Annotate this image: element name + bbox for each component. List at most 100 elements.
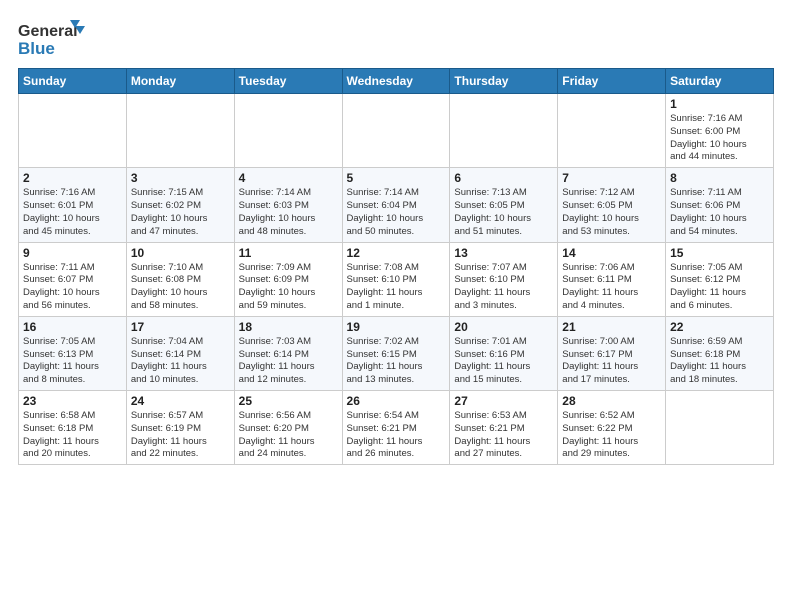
calendar-cell: 7 Sunrise: 7:12 AM Sunset: 6:05 PM Daylig… (558, 168, 666, 242)
day-number: 15 (670, 246, 769, 260)
calendar-cell: 12Sunrise: 7:08 AM Sunset: 6:10 PM Dayli… (342, 242, 450, 316)
day-number: 23 (23, 394, 122, 408)
day-info: Sunrise: 6:59 AM Sunset: 6:18 PM Dayligh… (670, 336, 769, 387)
calendar-cell (450, 94, 558, 168)
calendar-cell: 26 Sunrise: 6:54 AM Sunset: 6:21 PM Dayli… (342, 391, 450, 465)
calendar-cell (19, 94, 127, 168)
day-number: 19 (347, 320, 446, 334)
day-info: Sunrise: 7:04 AM Sunset: 6:14 PM Dayligh… (131, 336, 230, 387)
day-info: Sunrise: 7:06 AM Sunset: 6:11 PM Dayligh… (562, 262, 661, 313)
calendar-week-row: 23 Sunrise: 6:58 AM Sunset: 6:18 PM Dayli… (19, 391, 774, 465)
day-info: Sunrise: 7:00 AM Sunset: 6:17 PM Dayligh… (562, 336, 661, 387)
calendar-cell (342, 94, 450, 168)
day-number: 10 (131, 246, 230, 260)
day-info: Sunrise: 6:58 AM Sunset: 6:18 PM Dayligh… (23, 410, 122, 461)
day-info: Sunrise: 7:12 AM Sunset: 6:05 PM Dayligh… (562, 187, 661, 238)
day-number: 9 (23, 246, 122, 260)
calendar-week-row: 1Sunrise: 7:16 AM Sunset: 6:00 PM Daylig… (19, 94, 774, 168)
calendar-cell: 23 Sunrise: 6:58 AM Sunset: 6:18 PM Dayli… (19, 391, 127, 465)
calendar-cell: 8 Sunrise: 7:11 AM Sunset: 6:06 PM Daylig… (666, 168, 774, 242)
day-info: Sunrise: 7:05 AM Sunset: 6:13 PM Dayligh… (23, 336, 122, 387)
weekday-header-cell: Sunday (19, 69, 127, 94)
weekday-header-cell: Saturday (666, 69, 774, 94)
day-number: 4 (239, 171, 338, 185)
day-number: 16 (23, 320, 122, 334)
day-number: 1 (670, 97, 769, 111)
calendar-cell (666, 391, 774, 465)
calendar-cell: 2 Sunrise: 7:16 AM Sunset: 6:01 PM Daylig… (19, 168, 127, 242)
day-number: 3 (131, 171, 230, 185)
page: GeneralBlue SundayMondayTuesdayWednesday… (0, 0, 792, 475)
day-info: Sunrise: 6:57 AM Sunset: 6:19 PM Dayligh… (131, 410, 230, 461)
day-number: 6 (454, 171, 553, 185)
calendar-cell: 28 Sunrise: 6:52 AM Sunset: 6:22 PM Dayli… (558, 391, 666, 465)
calendar-cell: 1Sunrise: 7:16 AM Sunset: 6:00 PM Daylig… (666, 94, 774, 168)
day-info: Sunrise: 7:01 AM Sunset: 6:16 PM Dayligh… (454, 336, 553, 387)
calendar-cell: 15 Sunrise: 7:05 AM Sunset: 6:12 PM Dayli… (666, 242, 774, 316)
calendar-cell: 25Sunrise: 6:56 AM Sunset: 6:20 PM Dayli… (234, 391, 342, 465)
day-info: Sunrise: 7:11 AM Sunset: 6:06 PM Dayligh… (670, 187, 769, 238)
day-number: 26 (347, 394, 446, 408)
calendar-week-row: 16 Sunrise: 7:05 AM Sunset: 6:13 PM Dayli… (19, 316, 774, 390)
weekday-header-cell: Friday (558, 69, 666, 94)
calendar-cell: 5 Sunrise: 7:14 AM Sunset: 6:04 PM Daylig… (342, 168, 450, 242)
calendar-cell: 21 Sunrise: 7:00 AM Sunset: 6:17 PM Dayli… (558, 316, 666, 390)
day-info: Sunrise: 7:09 AM Sunset: 6:09 PM Dayligh… (239, 262, 338, 313)
calendar-cell: 16 Sunrise: 7:05 AM Sunset: 6:13 PM Dayli… (19, 316, 127, 390)
day-number: 14 (562, 246, 661, 260)
weekday-header-cell: Tuesday (234, 69, 342, 94)
day-number: 24 (131, 394, 230, 408)
day-number: 21 (562, 320, 661, 334)
day-info: Sunrise: 6:53 AM Sunset: 6:21 PM Dayligh… (454, 410, 553, 461)
day-info: Sunrise: 7:11 AM Sunset: 6:07 PM Dayligh… (23, 262, 122, 313)
day-info: Sunrise: 7:14 AM Sunset: 6:04 PM Dayligh… (347, 187, 446, 238)
calendar-cell: 22 Sunrise: 6:59 AM Sunset: 6:18 PM Dayli… (666, 316, 774, 390)
calendar-cell: 17Sunrise: 7:04 AM Sunset: 6:14 PM Dayli… (126, 316, 234, 390)
logo-area: GeneralBlue (18, 18, 98, 62)
svg-text:General: General (18, 23, 78, 40)
calendar-cell: 4 Sunrise: 7:14 AM Sunset: 6:03 PM Daylig… (234, 168, 342, 242)
day-info: Sunrise: 7:16 AM Sunset: 6:01 PM Dayligh… (23, 187, 122, 238)
day-info: Sunrise: 7:15 AM Sunset: 6:02 PM Dayligh… (131, 187, 230, 238)
weekday-header-cell: Thursday (450, 69, 558, 94)
calendar-body: 1Sunrise: 7:16 AM Sunset: 6:00 PM Daylig… (19, 94, 774, 465)
weekday-header-row: SundayMondayTuesdayWednesdayThursdayFrid… (19, 69, 774, 94)
calendar-cell: 24 Sunrise: 6:57 AM Sunset: 6:19 PM Dayli… (126, 391, 234, 465)
day-info: Sunrise: 6:52 AM Sunset: 6:22 PM Dayligh… (562, 410, 661, 461)
day-info: Sunrise: 7:07 AM Sunset: 6:10 PM Dayligh… (454, 262, 553, 313)
day-number: 8 (670, 171, 769, 185)
svg-text:Blue: Blue (18, 39, 55, 58)
calendar-cell (234, 94, 342, 168)
calendar-cell: 19 Sunrise: 7:02 AM Sunset: 6:15 PM Dayli… (342, 316, 450, 390)
day-number: 5 (347, 171, 446, 185)
day-number: 28 (562, 394, 661, 408)
day-number: 13 (454, 246, 553, 260)
calendar-cell (126, 94, 234, 168)
calendar-cell: 11 Sunrise: 7:09 AM Sunset: 6:09 PM Dayli… (234, 242, 342, 316)
day-info: Sunrise: 6:54 AM Sunset: 6:21 PM Dayligh… (347, 410, 446, 461)
day-number: 12 (347, 246, 446, 260)
calendar-cell (558, 94, 666, 168)
calendar-cell: 6 Sunrise: 7:13 AM Sunset: 6:05 PM Daylig… (450, 168, 558, 242)
calendar-cell: 27 Sunrise: 6:53 AM Sunset: 6:21 PM Dayli… (450, 391, 558, 465)
header: GeneralBlue (18, 18, 774, 62)
day-number: 18 (239, 320, 338, 334)
calendar-cell: 3 Sunrise: 7:15 AM Sunset: 6:02 PM Daylig… (126, 168, 234, 242)
day-info: Sunrise: 7:03 AM Sunset: 6:14 PM Dayligh… (239, 336, 338, 387)
day-info: Sunrise: 7:02 AM Sunset: 6:15 PM Dayligh… (347, 336, 446, 387)
calendar-cell: 14 Sunrise: 7:06 AM Sunset: 6:11 PM Dayli… (558, 242, 666, 316)
calendar-week-row: 9 Sunrise: 7:11 AM Sunset: 6:07 PM Daylig… (19, 242, 774, 316)
day-info: Sunrise: 7:05 AM Sunset: 6:12 PM Dayligh… (670, 262, 769, 313)
day-number: 20 (454, 320, 553, 334)
weekday-header-cell: Monday (126, 69, 234, 94)
logo-svg: GeneralBlue (18, 18, 98, 62)
day-info: Sunrise: 7:13 AM Sunset: 6:05 PM Dayligh… (454, 187, 553, 238)
day-number: 2 (23, 171, 122, 185)
calendar-cell: 13 Sunrise: 7:07 AM Sunset: 6:10 PM Dayli… (450, 242, 558, 316)
calendar-cell: 18 Sunrise: 7:03 AM Sunset: 6:14 PM Dayli… (234, 316, 342, 390)
day-number: 7 (562, 171, 661, 185)
day-number: 27 (454, 394, 553, 408)
day-info: Sunrise: 7:14 AM Sunset: 6:03 PM Dayligh… (239, 187, 338, 238)
day-number: 22 (670, 320, 769, 334)
day-number: 11 (239, 246, 338, 260)
